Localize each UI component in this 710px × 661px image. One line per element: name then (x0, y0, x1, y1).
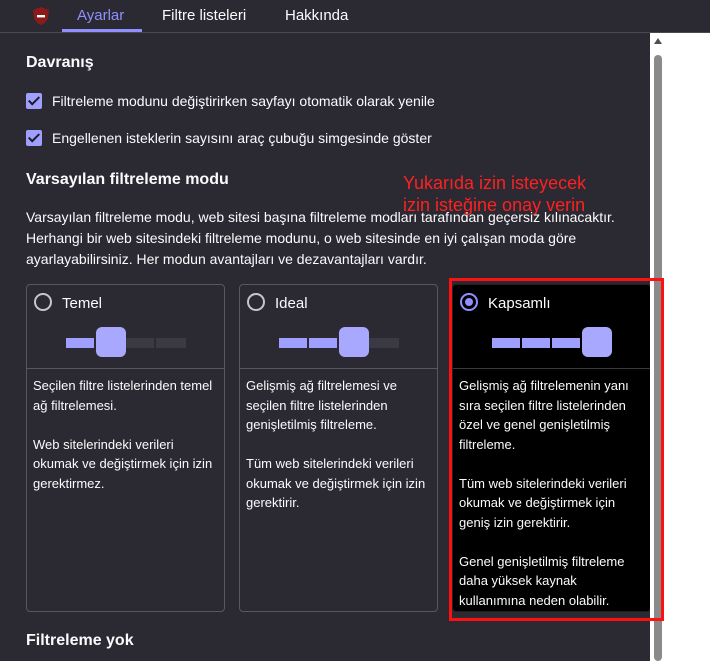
tab-about[interactable]: Hakkında (285, 7, 348, 24)
mode-paragraph: Web sitelerindeki verileri okumak ve değ… (33, 436, 213, 491)
basic-level-slider (66, 327, 190, 357)
auto-reload-label: Filtreleme modunu değiştirirken sayfayı … (52, 93, 435, 109)
slider-segment (156, 338, 186, 348)
auto-reload-checkbox[interactable] (26, 93, 42, 109)
slider-knob (339, 327, 369, 357)
no-filtering-heading: Filtreleme yok (26, 632, 134, 649)
checkbox-row-blocked-count[interactable]: Engellenen isteklerin sayısını araç çubu… (26, 128, 432, 148)
annotation-line: Yukarıda izin isteyecek (403, 173, 587, 193)
slider-segment (309, 338, 337, 348)
tab-filter-lists[interactable]: Filtre listeleri (162, 7, 246, 24)
basic-mode-description: Seçilen filtre listelerinden temel ağ fi… (33, 376, 218, 513)
scroll-up-arrow-icon[interactable] (654, 38, 662, 44)
basic-mode-title: Temel (62, 295, 103, 312)
annotation-highlight-box (449, 278, 664, 621)
mode-card-header: Ideal (240, 285, 437, 369)
default-mode-description: Varsayılan filtreleme modu, web sitesi b… (26, 209, 615, 267)
checkbox-row-auto-reload[interactable]: Filtreleme modunu değiştirirken sayfayı … (26, 91, 435, 111)
blocked-count-checkbox[interactable] (26, 130, 42, 146)
mode-paragraph: Tüm web sitelerindeki verileri okumak ve… (246, 456, 426, 510)
optimal-level-slider (279, 327, 403, 357)
blocked-count-label: Engellenen isteklerin sayısını araç çubu… (52, 130, 432, 146)
mode-paragraph: Seçilen filtre listelerinden temel ağ fi… (33, 378, 213, 413)
slider-segment (369, 338, 399, 348)
basic-radio[interactable] (34, 293, 52, 311)
slider-segment (66, 338, 94, 348)
right-margin (666, 33, 710, 661)
annotation-line: izin isteğine onay verin (403, 195, 586, 215)
mode-card-header: Temel (27, 285, 224, 369)
annotation-note: Yukarıda izin isteyecek izin isteğine on… (403, 172, 586, 216)
tab-bar: Ayarlar Filtre listeleri Hakkında (0, 0, 710, 33)
optimal-mode-description: Gelişmiş ağ filtrelemesi ve seçilen filt… (246, 376, 431, 532)
slider-segment (126, 338, 154, 348)
slider-knob (96, 327, 126, 357)
mode-paragraph: Gelişmiş ağ filtrelemesi ve seçilen filt… (246, 378, 397, 432)
ublock-shield-icon (33, 7, 49, 25)
tab-settings[interactable]: Ayarlar (77, 7, 124, 24)
slider-segment (279, 338, 307, 348)
default-mode-heading: Varsayılan filtreleme modu (26, 171, 229, 188)
mode-card-optimal[interactable]: Ideal Gelişmiş ağ filtrelemesi ve seçile… (239, 284, 438, 612)
mode-card-basic[interactable]: Temel Seçilen filtre listelerinden temel… (26, 284, 225, 612)
behavior-heading: Davranış (26, 54, 94, 71)
optimal-radio[interactable] (247, 293, 265, 311)
optimal-mode-title: Ideal (275, 295, 308, 312)
